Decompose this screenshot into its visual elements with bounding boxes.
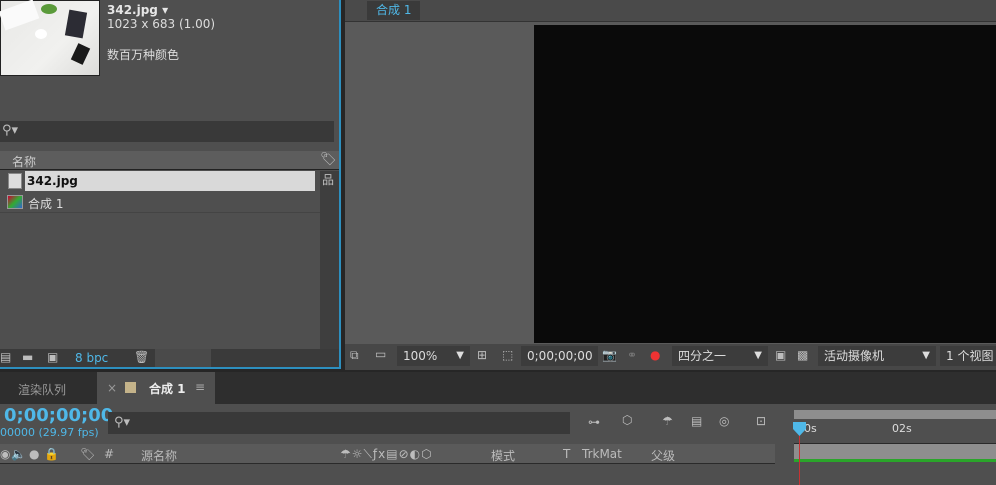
zoom-dropdown[interactable]: 100% ▼ <box>397 346 470 366</box>
chevron-down-icon: ▼ <box>456 350 464 361</box>
project-item-label: 342.jpg <box>25 171 315 191</box>
views-dropdown[interactable]: 1 个视图 <box>940 346 996 366</box>
timecode-display[interactable]: 0;00;00;00 <box>521 346 598 366</box>
composition-panel: 合成 1 <box>345 0 996 370</box>
composition-icon <box>7 195 23 209</box>
tab-composition-1-timeline[interactable]: × 合成 1 ≡ <box>97 372 215 404</box>
column-mode: 模式 <box>491 449 516 463</box>
project-item[interactable]: 合成 1 <box>0 193 320 213</box>
frame-info: 00000 (29.97 fps) <box>0 426 99 439</box>
search-icon: ⚲▾ <box>114 415 131 430</box>
tab-composition-1[interactable]: 合成 1 <box>367 1 421 20</box>
flowchart-icon[interactable]: 品 <box>322 174 334 186</box>
menu-icon[interactable]: ≡ <box>195 381 205 393</box>
bpc-button[interactable]: 8 bpc <box>75 351 108 365</box>
layer-column-header: ◉ 🔈 ● 🔒 🏷 # 源名称 ☂☼⟍ƒx▤⊘◐⬡ 模式 T TrkMat 父级 <box>0 444 775 464</box>
show-snapshot-icon[interactable]: ⚭ <box>627 349 637 361</box>
column-t: T <box>563 447 571 461</box>
ruler-label: 02s <box>892 422 912 435</box>
label-tag-icon[interactable]: 🏷 <box>320 153 337 166</box>
shy-layers-icon[interactable]: ☂ <box>662 415 673 427</box>
mask-visibility-icon[interactable]: ⬚ <box>502 349 513 361</box>
new-folder-icon[interactable]: ▬ <box>22 351 33 363</box>
search-icon: ⚲▾ <box>2 123 19 138</box>
safe-zones-icon[interactable]: ⊞ <box>477 349 487 361</box>
project-search-input[interactable]: ⚲▾ <box>0 121 334 142</box>
frame-blending-icon[interactable]: ▤ <box>691 415 702 427</box>
composition-color-swatch <box>125 382 136 393</box>
column-source-name[interactable]: 源名称 <box>141 447 177 464</box>
interpret-footage-icon[interactable]: ▤ <box>0 351 11 363</box>
time-ruler[interactable]: 0s 02s <box>794 420 996 444</box>
composition-viewer[interactable] <box>534 25 996 343</box>
project-panel: 342.jpg ▾ 1023 x 683 (1.00) 数百万种颜色 ⚲▾ 名称… <box>0 0 341 369</box>
new-composition-icon[interactable]: ▣ <box>47 351 58 363</box>
camera-dropdown[interactable]: 活动摄像机 ▼ <box>818 346 936 366</box>
color-channels-icon[interactable]: ● <box>650 349 660 361</box>
work-area-navigator[interactable] <box>794 410 996 419</box>
camera-value: 活动摄像机 <box>824 349 885 363</box>
color-info: 数百万种颜色 <box>107 48 180 62</box>
tab-render-queue[interactable]: 渲染队列 <box>18 381 66 398</box>
transparency-grid-icon[interactable]: ▩ <box>797 349 808 361</box>
tab-label: 合成 1 <box>149 382 186 396</box>
column-parent: 父级 <box>651 449 676 463</box>
trash-icon[interactable]: 🗑 <box>134 351 149 363</box>
timeline-panel: 渲染队列 × 合成 1 ≡ 0;00;00;00 00000 (29.97 fp… <box>0 372 996 485</box>
visibility-icon[interactable]: ◉ <box>0 448 10 460</box>
project-item-label: 合成 1 <box>28 197 64 211</box>
monitor-icon[interactable]: ▭ <box>375 348 386 360</box>
thumbnail <box>0 0 100 76</box>
image-file-icon <box>8 173 22 189</box>
resolution-dropdown[interactable]: 四分之一 ▼ <box>672 346 768 366</box>
timeline-search-input[interactable]: ⚲▾ <box>108 412 570 434</box>
region-of-interest-icon[interactable]: ▣ <box>775 349 786 361</box>
project-column-header: 名称 🏷 <box>0 151 339 170</box>
audio-icon[interactable]: 🔈 <box>11 448 26 460</box>
column-trkmat: TrkMat <box>582 447 622 461</box>
column-name[interactable]: 名称 <box>12 153 36 170</box>
current-time[interactable]: 0;00;00;00 <box>4 405 113 426</box>
always-preview-icon[interactable]: ⧉ <box>350 349 359 361</box>
project-side-column: 品 <box>320 171 339 349</box>
draft-3d-icon[interactable]: ⬡ <box>622 414 632 426</box>
graph-editor-icon[interactable]: ⊡ <box>756 415 766 427</box>
label-tag-icon[interactable]: 🏷 <box>80 448 95 460</box>
project-item[interactable]: 342.jpg <box>0 171 320 191</box>
views-value: 1 个视图 <box>946 349 994 363</box>
layer-switches-icons: ☂☼⟍ƒx▤⊘◐⬡ <box>340 447 433 461</box>
composition-mini-flowchart-icon[interactable]: ⊶ <box>588 416 600 428</box>
work-area-bar[interactable] <box>794 444 996 459</box>
chevron-down-icon: ▼ <box>754 350 762 361</box>
close-icon[interactable]: × <box>107 382 117 394</box>
timecode-value: 0;00;00;00 <box>527 349 593 363</box>
zoom-value: 100% <box>403 349 438 363</box>
chevron-down-icon: ▼ <box>922 350 930 361</box>
project-bottom-toolbar: ▤ ▬ ▣ 8 bpc 🗑 <box>0 349 339 367</box>
lock-icon[interactable]: 🔒 <box>44 448 59 460</box>
solo-icon[interactable]: ● <box>29 448 39 460</box>
motion-blur-icon[interactable]: ◎ <box>719 415 729 427</box>
camera-snapshot-icon[interactable]: 📷 <box>602 349 617 361</box>
file-dimensions: 1023 x 683 (1.00) <box>107 17 216 31</box>
resolution-value: 四分之一 <box>678 349 727 363</box>
column-hash: # <box>104 447 115 461</box>
work-area-green-bar <box>794 459 996 462</box>
file-name[interactable]: 342.jpg ▾ <box>107 3 168 17</box>
